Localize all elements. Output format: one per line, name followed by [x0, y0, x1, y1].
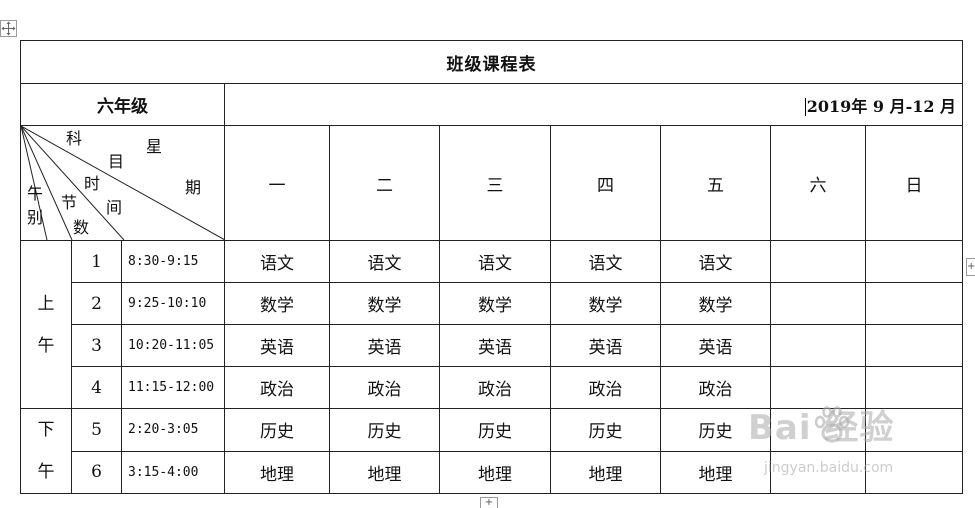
- subject-cell[interactable]: 政治: [550, 366, 661, 409]
- table-row: 上午 1 8:30-9:15 语文 语文 语文 语文 语文: [20, 240, 964, 409]
- subject-cell[interactable]: 地理: [439, 450, 551, 494]
- subject-cell[interactable]: [864, 366, 964, 409]
- diag-label-time-1: 时: [84, 174, 101, 193]
- subject-cell[interactable]: 语文: [660, 240, 771, 283]
- day-header-sun[interactable]: 日: [864, 125, 964, 241]
- subject-cell[interactable]: 英语: [329, 324, 440, 367]
- diag-label-star: 星: [146, 137, 163, 156]
- day-header-wed[interactable]: 三: [439, 125, 551, 241]
- diag-label-period: 期: [185, 178, 202, 197]
- day-header-mon[interactable]: 一: [224, 125, 330, 241]
- subject-cell[interactable]: 英语: [660, 324, 771, 367]
- diag-label-time-2: 间: [106, 198, 123, 217]
- subject-cell[interactable]: 历史: [660, 408, 771, 452]
- subject-cell[interactable]: [770, 240, 866, 283]
- add-column-button[interactable]: +: [966, 258, 975, 276]
- period-number[interactable]: 5: [71, 408, 122, 452]
- subject-cell[interactable]: 地理: [660, 450, 771, 494]
- subject-cell[interactable]: 语文: [224, 240, 330, 283]
- diagonal-header-cell[interactable]: 星 期 科 目 时 间 节 数 午 别: [20, 125, 225, 241]
- subject-cell[interactable]: 历史: [329, 408, 440, 452]
- subject-cell[interactable]: 历史: [550, 408, 661, 452]
- period-time[interactable]: 11:15-12:00: [121, 366, 225, 409]
- period-number[interactable]: 1: [71, 240, 122, 283]
- session-morning[interactable]: 上午: [20, 240, 72, 409]
- subject-cell[interactable]: 政治: [329, 366, 440, 409]
- diag-label-section-2: 数: [73, 218, 90, 237]
- diag-label-noon-2: 别: [27, 208, 44, 227]
- subject-cell[interactable]: 政治: [660, 366, 771, 409]
- period-number[interactable]: 4: [71, 366, 122, 409]
- subject-cell[interactable]: 语文: [439, 240, 551, 283]
- period-time[interactable]: 2:20-3:05: [121, 408, 225, 452]
- period-time[interactable]: 8:30-9:15: [121, 240, 225, 283]
- text-cursor: [804, 98, 806, 116]
- subject-cell[interactable]: 语文: [550, 240, 661, 283]
- subject-cell[interactable]: 数学: [550, 282, 661, 325]
- subject-cell[interactable]: 地理: [550, 450, 661, 494]
- add-row-button[interactable]: +: [480, 497, 498, 508]
- table-row: 下午 5 2:20-3:05 历史 历史 历史 历史 历史: [20, 408, 964, 494]
- diag-label-noon-1: 午: [27, 184, 44, 203]
- subject-cell[interactable]: [864, 450, 964, 494]
- subject-cell[interactable]: 历史: [439, 408, 551, 452]
- diag-label-subject-2: 目: [108, 152, 125, 171]
- subject-cell[interactable]: [770, 408, 866, 452]
- day-header-sat[interactable]: 六: [770, 125, 866, 241]
- table-row: 3 10:20-11:05 英语 英语 英语 英语 英语: [21, 324, 964, 367]
- table-move-handle[interactable]: [0, 20, 17, 37]
- subject-cell[interactable]: [864, 282, 964, 325]
- subject-cell[interactable]: 政治: [439, 366, 551, 409]
- period-number[interactable]: 2: [71, 282, 122, 325]
- subject-cell[interactable]: 历史: [224, 408, 330, 452]
- table-row: 2 9:25-10:10 数学 数学 数学 数学 数学: [21, 282, 964, 325]
- session-afternoon[interactable]: 下午: [20, 408, 72, 494]
- subject-cell[interactable]: 地理: [329, 450, 440, 494]
- subject-cell[interactable]: 英语: [439, 324, 551, 367]
- table-row: 6 3:15-4:00 地理 地理 地理 地理 地理: [21, 450, 964, 494]
- day-header-fri[interactable]: 五: [660, 125, 771, 241]
- subject-cell[interactable]: [864, 240, 964, 283]
- subject-cell[interactable]: 数学: [660, 282, 771, 325]
- schedule-table: 班级课程表 六年级 2019年 9 月-12 月 星 期 科 目 时 间 节 数: [19, 40, 964, 494]
- subject-cell[interactable]: 数学: [329, 282, 440, 325]
- subject-cell[interactable]: [864, 324, 964, 367]
- period-time[interactable]: 10:20-11:05: [121, 324, 225, 367]
- grade-cell[interactable]: 六年级: [20, 83, 225, 126]
- day-header-thu[interactable]: 四: [550, 125, 661, 241]
- period-time[interactable]: 3:15-4:00: [121, 450, 225, 494]
- subject-cell[interactable]: [770, 282, 866, 325]
- subject-cell[interactable]: 语文: [329, 240, 440, 283]
- subject-cell[interactable]: [770, 366, 866, 409]
- period-number[interactable]: 3: [71, 324, 122, 367]
- period-number[interactable]: 6: [71, 450, 122, 494]
- subject-cell[interactable]: 地理: [224, 450, 330, 494]
- date-range-cell[interactable]: 2019年 9 月-12 月: [223, 83, 964, 126]
- diag-label-section-1: 节: [61, 193, 78, 212]
- subject-cell[interactable]: [770, 324, 866, 367]
- period-time[interactable]: 9:25-10:10: [121, 282, 225, 325]
- move-arrows-icon: [1, 21, 16, 36]
- day-header-tue[interactable]: 二: [329, 125, 440, 241]
- subject-cell[interactable]: 英语: [224, 324, 330, 367]
- page-title[interactable]: 班级课程表: [19, 40, 964, 84]
- subject-cell[interactable]: [770, 450, 866, 494]
- subject-cell[interactable]: 政治: [224, 366, 330, 409]
- subject-cell[interactable]: [864, 408, 964, 452]
- table-row: 4 11:15-12:00 政治 政治 政治 政治 政治: [21, 366, 964, 409]
- date-range-text: 2019年 9 月-12 月: [806, 96, 957, 116]
- diag-label-subject-1: 科: [66, 129, 83, 148]
- subject-cell[interactable]: 数学: [439, 282, 551, 325]
- subject-cell[interactable]: 数学: [224, 282, 330, 325]
- subject-cell[interactable]: 英语: [550, 324, 661, 367]
